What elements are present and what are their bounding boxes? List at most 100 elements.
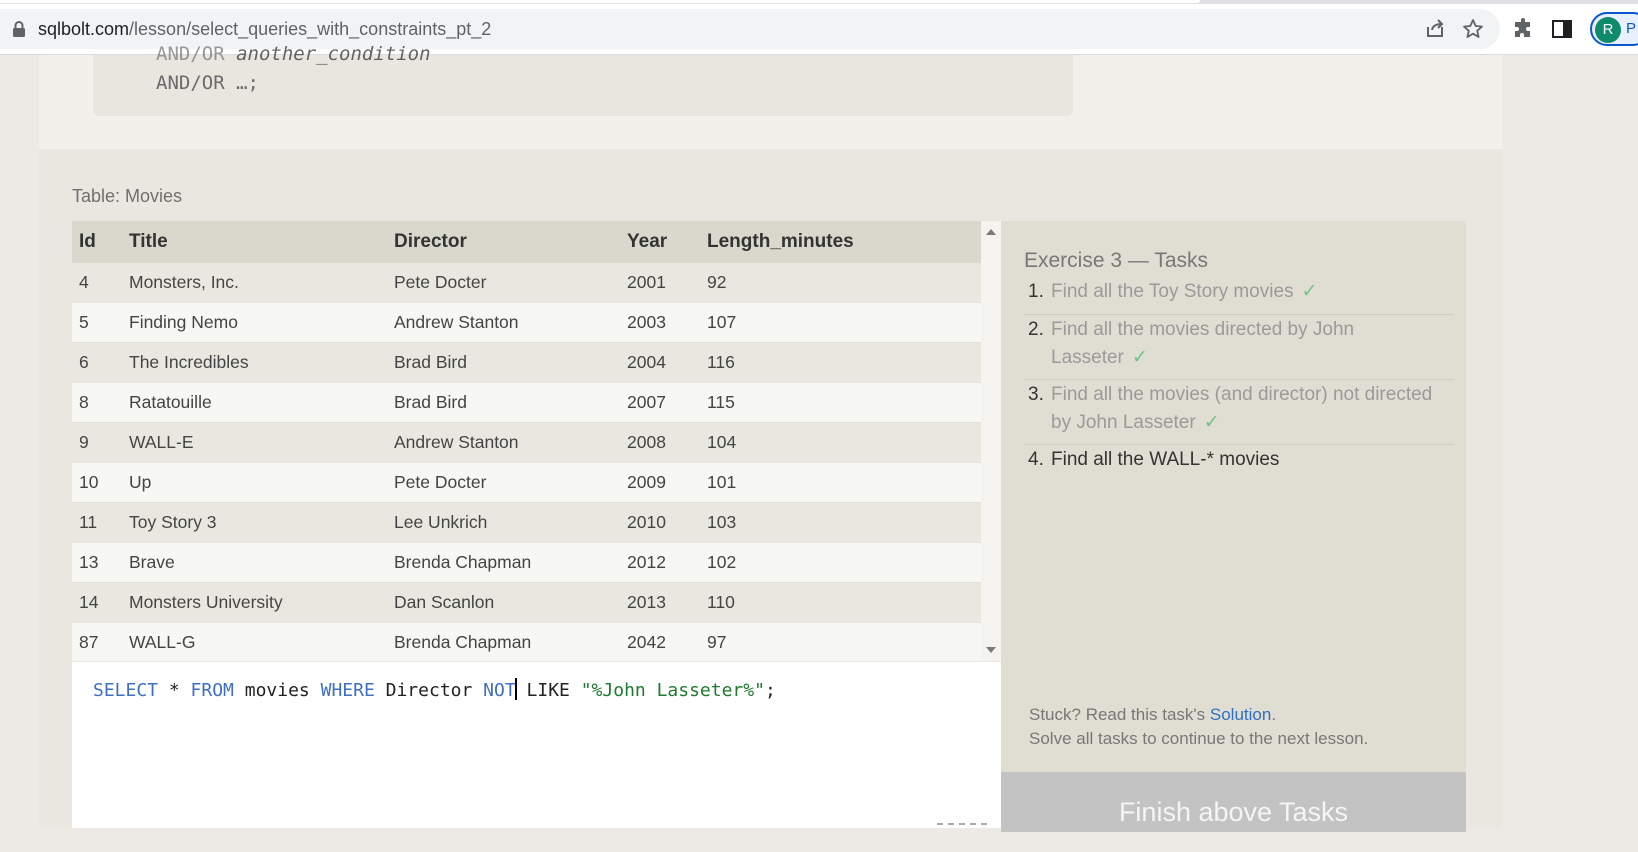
tok-table: movies: [233, 680, 321, 701]
table-cell: Brad Bird: [387, 342, 620, 383]
table-cell: Andrew Stanton: [387, 302, 620, 343]
check-icon: ✓: [1301, 281, 1318, 302]
table-cell: Lee Unkrich: [387, 502, 620, 543]
table-cell: 104: [700, 422, 981, 463]
table-row: 9 WALL-E Andrew Stanton 2008 104: [72, 422, 981, 463]
task-label: Find all the movies (and director) not d…: [1051, 384, 1433, 433]
table-cell: 6: [72, 342, 122, 383]
editor-resize-handle[interactable]: [937, 823, 987, 828]
continue-note: Solve all tasks to continue to the next …: [1029, 729, 1369, 748]
table-row: 6 The Incredibles Brad Bird 2004 116: [72, 342, 981, 383]
task-text: Find all the WALL-* movies: [1051, 446, 1451, 474]
table-cell: 11: [72, 502, 122, 543]
share-icon[interactable]: [1424, 18, 1446, 40]
url-text[interactable]: sqlbolt.com/lesson/select_queries_with_c…: [38, 19, 491, 40]
syntax-placeholder: another_condition: [236, 43, 431, 65]
kw-not: NOT: [483, 680, 516, 701]
table-cell: 2001: [620, 263, 700, 303]
syntax-line-1: AND/OR another_condition: [156, 43, 431, 65]
table-cell: Pete Docter: [387, 462, 620, 503]
extensions-puzzle-icon[interactable]: [1512, 17, 1536, 41]
table-cell: 110: [700, 582, 981, 623]
table-cell: 97: [700, 622, 981, 661]
table-cell: Brad Bird: [387, 382, 620, 423]
results-table-container[interactable]: Id Title Director Year Length_minutes 4 Monst…: [72, 221, 1001, 661]
tasks-title: Exercise 3 — Tasks: [1024, 249, 1209, 272]
stuck-text: Stuck? Read this task's: [1029, 705, 1210, 724]
table-cell: Brave: [122, 542, 387, 583]
bookmark-star-icon[interactable]: [1462, 18, 1484, 40]
table-cell: The Incredibles: [122, 342, 387, 383]
task-item-3: 3. Find all the movies (and director) no…: [1024, 381, 1454, 445]
table-row: 10 Up Pete Docter 2009 101: [72, 462, 981, 503]
scroll-down-arrow-icon[interactable]: [986, 647, 996, 653]
table-row: 14 Monsters University Dan Scanlon 2013 110: [72, 582, 981, 623]
table-cell: 2012: [620, 542, 700, 583]
table-cell: Pete Docter: [387, 263, 620, 303]
table-cell: Andrew Stanton: [387, 422, 620, 463]
task-number: 3.: [1028, 384, 1044, 405]
side-panel-icon[interactable]: [1550, 17, 1574, 41]
task-number: 1.: [1028, 281, 1044, 302]
table-cell: Dan Scanlon: [387, 582, 620, 623]
table-cell: 5: [72, 302, 122, 343]
kw-select: SELECT: [93, 680, 159, 701]
table-row: 13 Brave Brenda Chapman 2012 102: [72, 542, 981, 583]
task-item-2: 2. Find all the movies directed by John …: [1024, 316, 1454, 380]
table-cell: Brenda Chapman: [387, 622, 620, 661]
table-row: 8 Ratatouille Brad Bird 2007 115: [72, 382, 981, 423]
scroll-up-arrow-icon[interactable]: [986, 229, 996, 235]
table-cell: Brenda Chapman: [387, 542, 620, 583]
syntax-line-2: AND/OR …;: [156, 72, 259, 94]
table-cell: WALL-G: [122, 622, 387, 661]
avatar: R: [1595, 17, 1621, 43]
lock-icon[interactable]: [12, 21, 26, 37]
stuck-period: .: [1271, 705, 1277, 724]
table-cell: 2008: [620, 422, 700, 463]
tok-string: "%John Lasseter%": [580, 680, 765, 701]
finish-tasks-button[interactable]: Finish above Tasks: [1001, 772, 1466, 832]
url-path: /lesson/select_queries_with_constraints_…: [129, 19, 492, 39]
table-cell: Up: [122, 462, 387, 503]
active-tab-edge[interactable]: [0, 0, 1200, 3]
tok-column: Director: [374, 680, 484, 701]
table-header-row: Id Title Director Year Length_minutes: [72, 221, 981, 263]
table-cell: 115: [700, 382, 981, 423]
column-header: Title: [122, 221, 387, 263]
task-number: 2.: [1028, 319, 1044, 340]
table-body: 4 Monsters, Inc. Pete Docter 2001 92 5 Finding…: [72, 263, 981, 661]
kw-from: FROM: [190, 680, 234, 701]
table-cell: Monsters, Inc.: [122, 263, 387, 303]
table-cell: 2013: [620, 582, 700, 623]
solution-link[interactable]: Solution: [1210, 705, 1271, 724]
task-text: Find all the movies directed by John Las…: [1051, 316, 1451, 372]
table-cell: 2009: [620, 462, 700, 503]
table-cell: Monsters University: [122, 582, 387, 623]
sql-query-editor[interactable]: SELECT * FROM movies WHERE Director NOT …: [72, 662, 1001, 828]
tok-star: *: [158, 680, 191, 701]
table-cell: 2010: [620, 502, 700, 543]
table-cell: 2042: [620, 622, 700, 661]
movies-table: Id Title Director Year Length_minutes 4 Monst…: [72, 221, 981, 661]
tok-semicolon: ;: [764, 680, 776, 701]
profile-button[interactable]: R P: [1590, 12, 1638, 46]
table-cell: 10: [72, 462, 122, 503]
table-scrollbar[interactable]: [981, 221, 1001, 661]
tasks-panel: Exercise 3 — Tasks 1. Find all the Toy S…: [1001, 221, 1466, 832]
table-cell: 14: [72, 582, 122, 623]
query-line: SELECT * FROM movies WHERE Director NOT …: [93, 678, 776, 701]
task-label: Find all the Toy Story movies: [1051, 281, 1294, 302]
table-cell: 102: [700, 542, 981, 583]
table-cell: 87: [72, 622, 122, 661]
task-label: Find all the WALL-* movies: [1051, 449, 1280, 470]
table-cell: 116: [700, 342, 981, 383]
table-cell: 4: [72, 263, 122, 303]
table-cell: 92: [700, 263, 981, 303]
column-header: Length_minutes: [700, 221, 981, 263]
kw-where: WHERE: [320, 680, 375, 701]
table-cell: Finding Nemo: [122, 302, 387, 343]
syntax-keyword: AND/OR: [156, 43, 225, 65]
check-icon: ✓: [1203, 412, 1220, 433]
tok-like: LIKE: [515, 680, 581, 701]
table-row: 5 Finding Nemo Andrew Stanton 2003 107: [72, 302, 981, 343]
